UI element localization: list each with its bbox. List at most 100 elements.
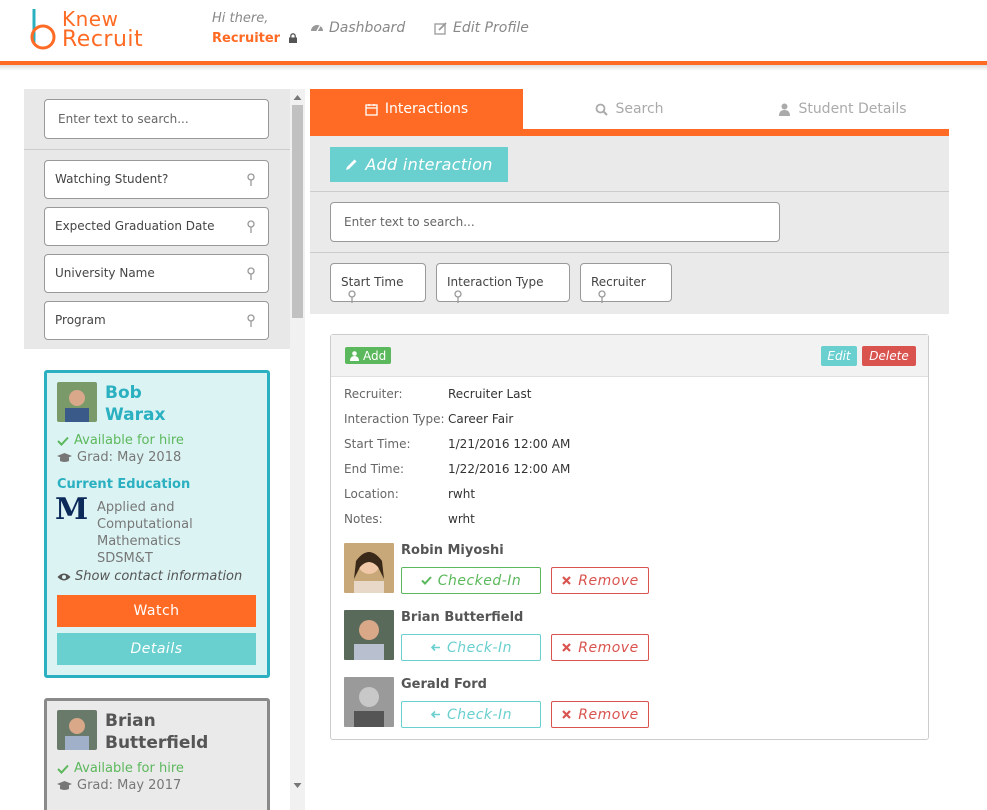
filter-label: Interaction Type	[447, 275, 544, 289]
field-label: Location:	[344, 487, 399, 501]
filter-label: Program	[55, 313, 106, 327]
student-card[interactable]: Bob Warax Available for hire Grad: May 2…	[44, 370, 270, 678]
sidebar-filter-panel: Enter text to search... Watching Student…	[24, 89, 290, 349]
school-name: SDSM&T	[97, 551, 153, 566]
graduation-date: Grad: May 2017	[57, 778, 181, 793]
pencil-icon	[346, 159, 357, 170]
divider	[310, 252, 949, 253]
header-shadow	[0, 65, 987, 71]
close-icon	[562, 643, 572, 652]
delete-button[interactable]: Delete	[862, 346, 916, 366]
field-value: wrht	[448, 512, 475, 526]
attendee-photo	[344, 610, 394, 660]
university-logo-icon: M	[55, 492, 89, 527]
filter-label: Start Time	[341, 275, 404, 289]
filter-recruiter[interactable]: Recruiter	[580, 263, 672, 303]
tabs-accent-bar	[310, 129, 949, 136]
sidebar-scrollbar[interactable]	[290, 89, 305, 810]
calendar-icon	[365, 103, 378, 116]
edit-icon	[434, 22, 447, 35]
graduation-date: Grad: May 2018	[57, 450, 181, 465]
filter-program[interactable]: Program	[44, 301, 269, 340]
field-label: End Time:	[344, 462, 405, 476]
watch-button[interactable]: Watch	[57, 595, 256, 627]
arrow-left-icon	[430, 710, 440, 719]
pin-icon	[247, 173, 255, 186]
knewrecruit-logo[interactable]: Knew Recruit	[26, 5, 156, 53]
check-in-button[interactable]: Check-In	[401, 701, 541, 728]
pin-icon	[247, 220, 255, 233]
attendee-photo	[344, 543, 394, 593]
pin-icon	[247, 267, 255, 280]
add-interaction-label: Add interaction	[365, 155, 493, 174]
edit-button[interactable]: Edit	[821, 346, 857, 366]
remove-button[interactable]: Remove	[551, 634, 649, 661]
attendee-name: Robin Miyoshi	[401, 543, 504, 558]
nav-dashboard[interactable]: Dashboard	[310, 20, 405, 36]
attendee-name: Brian Butterfield	[401, 610, 524, 625]
student-card[interactable]: Brian Butterfield Available for hire Gra…	[44, 698, 270, 810]
checked-in-button[interactable]: Checked-In	[401, 567, 541, 594]
check-in-label: Check-In	[446, 706, 513, 723]
divider	[24, 149, 290, 150]
tab-interactions[interactable]: Interactions	[310, 89, 523, 129]
tab-student-details[interactable]: Student Details	[736, 89, 949, 129]
search-icon	[596, 103, 609, 116]
interaction-card: Add Edit Delete Recruiter: Recruiter Las…	[330, 334, 929, 740]
program-name: Applied and Computational Mathematics	[97, 500, 193, 549]
divider	[310, 191, 949, 192]
remove-label: Remove	[578, 572, 639, 589]
filter-start-time[interactable]: Start Time	[330, 263, 426, 303]
checked-in-label: Checked-In	[437, 572, 522, 589]
field-label: Notes:	[344, 512, 383, 526]
filter-expected-graduation[interactable]: Expected Graduation Date	[44, 207, 269, 246]
scroll-down-arrow-icon[interactable]	[293, 781, 302, 790]
graduation-cap-icon	[57, 780, 72, 790]
user-icon	[350, 350, 359, 361]
check-in-label: Check-In	[446, 639, 513, 656]
education-program: Applied and Computational Mathematics SD…	[97, 499, 257, 567]
field-value: 1/21/2016 12:00 AM	[448, 437, 571, 451]
tab-search[interactable]: Search	[523, 89, 736, 129]
filter-interaction-type[interactable]: Interaction Type	[436, 263, 570, 303]
show-contact-link[interactable]: Show contact information	[57, 569, 242, 584]
close-icon	[562, 710, 572, 719]
add-label: Add	[363, 348, 387, 363]
pin-icon	[348, 290, 356, 303]
student-last-name[interactable]: Butterfield	[105, 732, 208, 754]
nav-edit-profile[interactable]: Edit Profile	[434, 20, 529, 36]
graduation-text: Grad: May 2018	[77, 450, 182, 465]
availability-status: Available for hire	[57, 433, 184, 448]
nav-dashboard-label: Dashboard	[329, 20, 406, 36]
user-role-menu[interactable]: Recruiter	[212, 31, 298, 46]
arrow-left-icon	[430, 643, 440, 652]
remove-button[interactable]: Remove	[551, 567, 649, 594]
tab-interactions-label: Interactions	[384, 101, 469, 117]
availability-text: Available for hire	[74, 761, 184, 776]
close-icon	[562, 576, 572, 585]
filter-watching-student[interactable]: Watching Student?	[44, 160, 269, 199]
check-in-button[interactable]: Check-In	[401, 634, 541, 661]
field-value: Recruiter Last	[448, 387, 532, 401]
interaction-search-input[interactable]: Enter text to search...	[330, 202, 780, 242]
graduation-cap-icon	[57, 452, 72, 462]
filter-label: University Name	[55, 266, 155, 280]
field-label: Interaction Type:	[344, 412, 445, 426]
pin-icon	[247, 314, 255, 327]
field-value: Career Fair	[448, 412, 514, 426]
student-last-name[interactable]: Warax	[105, 404, 165, 426]
eye-icon	[57, 573, 71, 580]
student-first-name[interactable]: Brian	[105, 710, 156, 732]
details-button[interactable]: Details	[57, 633, 256, 665]
add-interaction-button[interactable]: Add interaction	[330, 147, 508, 182]
remove-label: Remove	[578, 639, 639, 656]
availability-text: Available for hire	[74, 433, 184, 448]
add-attendee-button[interactable]: Add	[345, 347, 392, 364]
remove-button[interactable]: Remove	[551, 701, 649, 728]
student-first-name[interactable]: Bob	[105, 382, 142, 404]
filter-university-name[interactable]: University Name	[44, 254, 269, 293]
scroll-up-arrow-icon[interactable]	[293, 93, 302, 102]
scrollbar-thumb[interactable]	[292, 105, 303, 318]
sidebar-search-input[interactable]: Enter text to search...	[44, 99, 269, 139]
remove-label: Remove	[578, 706, 639, 723]
